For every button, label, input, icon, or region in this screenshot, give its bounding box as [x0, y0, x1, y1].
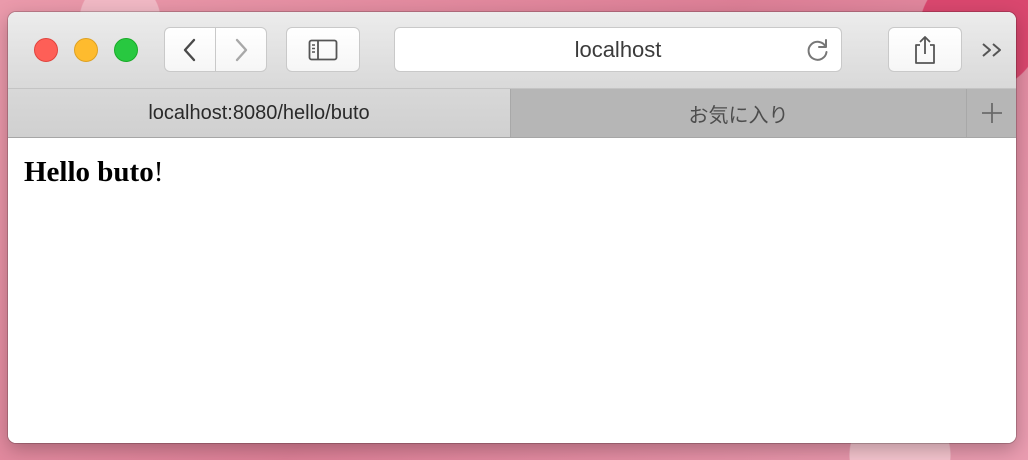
double-chevron-icon: [982, 43, 1001, 57]
toolbar: localhost: [8, 12, 1016, 89]
page-heading: Hello buto!: [24, 156, 163, 189]
close-window-button[interactable]: [34, 38, 58, 62]
sidebar-toggle-button[interactable]: [286, 27, 360, 72]
tab-bar: localhost:8080/hello/buto お気に入り: [8, 89, 1016, 138]
tab-favorites[interactable]: お気に入り: [511, 89, 967, 137]
toolbar-overflow-button[interactable]: [976, 34, 1008, 66]
plus-icon: [981, 103, 1002, 123]
sidebar-icon: [308, 39, 338, 60]
tab-label: お気に入り: [688, 104, 789, 127]
zoom-window-button[interactable]: [114, 38, 138, 62]
tab-localhost[interactable]: localhost:8080/hello/buto: [8, 89, 511, 137]
page-content: Hello buto!: [8, 138, 1016, 443]
forward-button[interactable]: [215, 28, 266, 71]
new-tab-button[interactable]: [967, 89, 1016, 137]
reload-icon[interactable]: [805, 37, 831, 63]
minimize-window-button[interactable]: [74, 38, 98, 62]
address-text: localhost: [574, 36, 662, 62]
address-bar[interactable]: localhost: [394, 27, 842, 72]
heading-tail-text: !: [153, 156, 164, 188]
heading-bold-text: Hello buto: [24, 156, 154, 188]
share-icon: [915, 35, 935, 64]
back-button[interactable]: [165, 28, 215, 71]
share-button[interactable]: [888, 27, 962, 72]
browser-window: localhost localhost:8080/hello/buto お気に入…: [8, 12, 1016, 443]
history-navigation: [164, 27, 267, 72]
chevron-left-icon: [183, 38, 196, 61]
chevron-right-icon: [235, 38, 248, 61]
tab-label: localhost:8080/hello/buto: [148, 101, 370, 124]
